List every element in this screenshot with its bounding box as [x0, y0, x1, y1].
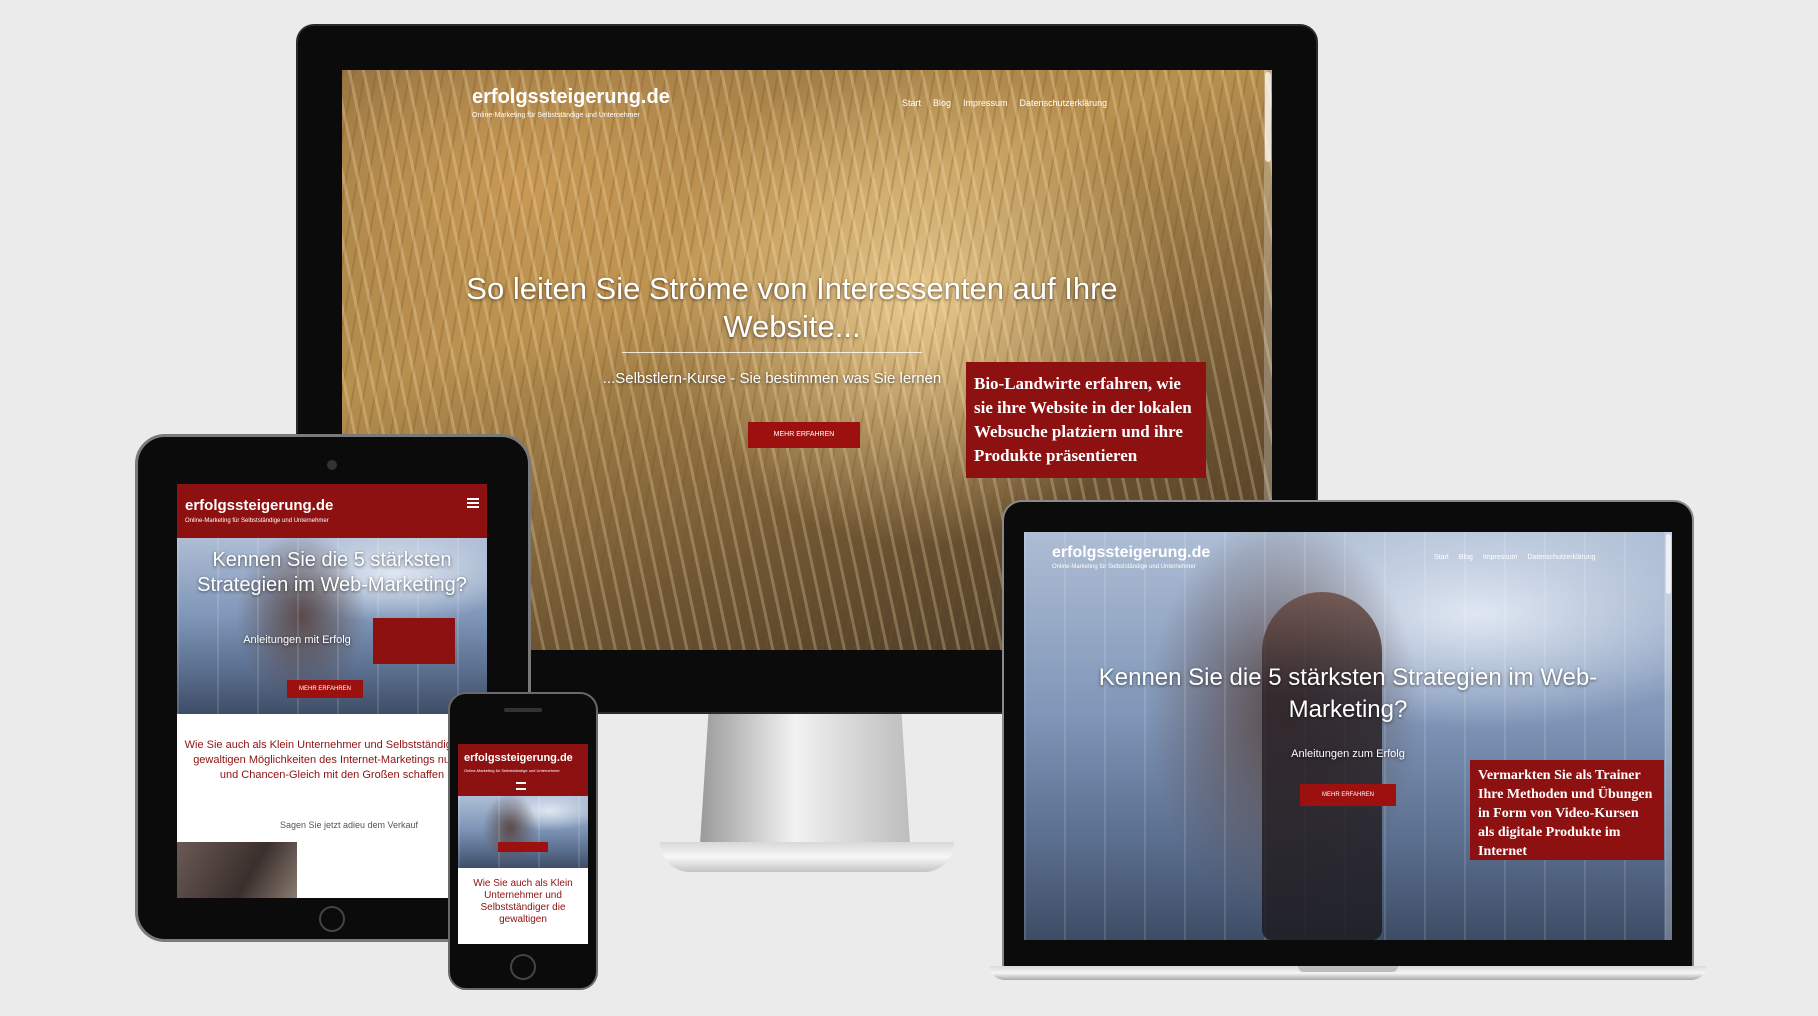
phone-speaker	[504, 708, 542, 712]
phone-header: erfolgssteigerung.de Online-Marketing fü…	[458, 744, 588, 796]
tablet-camera-icon	[327, 460, 337, 470]
tablet-screen: erfolgssteigerung.de Online-Marketing fü…	[177, 484, 487, 898]
laptop-nav-impressum[interactable]: Impressum	[1483, 554, 1518, 561]
phone-tagline: Online-Marketing für Selbstständige und …	[464, 768, 560, 773]
tablet-hero-button[interactable]: MEHR ERFAHREN	[287, 680, 363, 698]
laptop-nav-blog[interactable]: Blog	[1459, 554, 1473, 561]
phone-body-text: Wie Sie auch als Klein Unternehmer und S…	[473, 878, 573, 925]
desktop-promo-box[interactable]: Bio-Landwirte erfahren, wie sie ihre Web…	[966, 362, 1206, 478]
monitor-neck	[700, 714, 910, 844]
desktop-nav-blog[interactable]: Blog	[933, 98, 951, 108]
desktop-tagline: Online-Marketing für Selbstständige und …	[472, 112, 640, 119]
phone-menu-icon[interactable]	[516, 782, 526, 790]
tablet-tagline: Online-Marketing für Selbstständige und …	[185, 518, 329, 524]
hamburger-menu-icon[interactable]	[467, 498, 479, 508]
phone-screen: erfolgssteigerung.de Online-Marketing fü…	[458, 744, 588, 944]
tablet-hero-subtitle: Anleitungen mit Erfolg	[243, 634, 351, 646]
desktop-brand[interactable]: erfolgssteigerung.de	[472, 86, 670, 109]
desktop-hero-divider	[622, 352, 922, 353]
phone-home-button-icon[interactable]	[510, 954, 536, 980]
desktop-hero-subtitle: ...Selbstlern-Kurse - Sie bestimmen was …	[602, 370, 942, 387]
laptop-hero-title: Kennen Sie die 5 stärksten Strategien im…	[1098, 664, 1598, 723]
desktop-hero-button[interactable]: MEHR ERFAHREN	[748, 422, 860, 448]
tablet-thumbnail-image	[177, 842, 297, 898]
laptop-nav-start[interactable]: Start	[1434, 554, 1449, 561]
laptop-scrollbar-thumb[interactable]	[1666, 534, 1671, 594]
desktop-scrollbar-thumb[interactable]	[1265, 72, 1271, 162]
phone-hero	[458, 796, 588, 868]
laptop-base-notch	[1298, 966, 1398, 972]
laptop-nav: Start Blog Impressum Datenschutzerklärun…	[1434, 554, 1596, 561]
tablet-hero-title: Kennen Sie die 5 stärksten Strategien im…	[197, 549, 467, 596]
desktop-nav-start[interactable]: Start	[902, 98, 921, 108]
laptop-hero-subtitle: Anleitungen zum Erfolg	[1291, 748, 1405, 760]
laptop-hero-person	[1262, 592, 1382, 940]
laptop-promo-box[interactable]: Vermarkten Sie als Trainer Ihre Methoden…	[1470, 760, 1664, 860]
tablet-promo-box[interactable]	[373, 618, 455, 664]
desktop-nav-impressum[interactable]: Impressum	[963, 98, 1008, 108]
tablet-body-text: Wie Sie auch als Klein Unternehmer und S…	[184, 739, 480, 781]
laptop-tagline: Online-Marketing für Selbstständige und …	[1052, 564, 1196, 570]
showcase-canvas: { "site": { "brand": "erfolgssteigerung.…	[0, 0, 1818, 1016]
monitor-base	[660, 842, 954, 872]
phone-hero-button[interactable]	[498, 842, 548, 852]
laptop-brand[interactable]: erfolgssteigerung.de	[1052, 544, 1210, 562]
desktop-nav-datenschutz[interactable]: Datenschutzerklärung	[1020, 98, 1108, 108]
tablet-hero: Kennen Sie die 5 stärksten Strategien im…	[177, 538, 487, 714]
phone-device: erfolgssteigerung.de Online-Marketing fü…	[448, 692, 598, 990]
laptop-hero-button[interactable]: MEHR ERFAHREN	[1300, 784, 1396, 806]
laptop-device: erfolgssteigerung.de Online-Marketing fü…	[990, 500, 1706, 980]
tablet-header: erfolgssteigerung.de Online-Marketing fü…	[177, 484, 487, 538]
tablet-small-text: Sagen Sie jetzt adieu dem Verkauf	[279, 820, 419, 830]
desktop-hero-title: So leiten Sie Ströme von Interessenten a…	[466, 271, 1118, 344]
home-button-icon[interactable]	[319, 906, 345, 932]
phone-brand[interactable]: erfolgssteigerung.de	[464, 752, 573, 764]
tablet-brand[interactable]: erfolgssteigerung.de	[185, 497, 333, 514]
laptop-nav-datenschutz[interactable]: Datenschutzerklärung	[1527, 554, 1595, 561]
desktop-nav: Start Blog Impressum Datenschutzerklärun…	[902, 98, 1107, 108]
laptop-screen: erfolgssteigerung.de Online-Marketing fü…	[1024, 532, 1672, 940]
